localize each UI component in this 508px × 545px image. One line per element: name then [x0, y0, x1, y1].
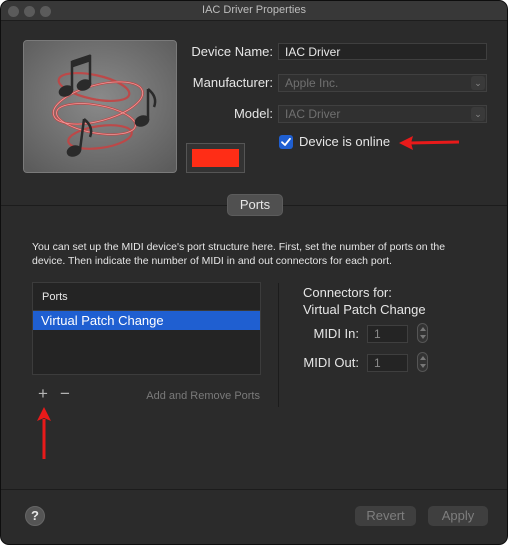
connectors-title: Connectors for: [303, 285, 392, 300]
add-remove-ports-label: Add and Remove Ports [146, 390, 260, 402]
revert-button[interactable]: Revert [355, 506, 416, 526]
device-name-field[interactable]: IAC Driver [278, 43, 487, 60]
device-online-label[interactable]: Device is online [299, 134, 390, 149]
device-color-well[interactable] [186, 143, 245, 173]
midi-out-stepper[interactable] [417, 352, 428, 372]
model-label: Model: [233, 106, 273, 121]
ports-column-header: Ports [42, 291, 68, 303]
device-name-label: Device Name: [191, 44, 273, 59]
add-port-button[interactable]: + [38, 384, 48, 404]
checkmark-icon [281, 137, 291, 146]
connectors-divider [278, 283, 279, 407]
annotation-arrow-up [37, 407, 51, 459]
midi-in-stepper[interactable] [417, 323, 428, 343]
remove-port-button[interactable]: − [60, 384, 70, 404]
music-notes-swirl-icon [24, 41, 176, 172]
help-button[interactable]: ? [25, 506, 45, 526]
footer-divider [1, 489, 507, 490]
annotation-arrow-left [399, 136, 460, 150]
midi-out-field[interactable]: 1 [367, 354, 408, 372]
device-icon[interactable] [23, 40, 177, 173]
title-bar: IAC Driver Properties [1, 1, 507, 21]
ports-description: You can set up the MIDI device's port st… [32, 241, 446, 267]
ports-table[interactable]: Ports Virtual Patch Change [32, 282, 261, 375]
iac-driver-properties-window: IAC Driver Properties Device Name: IAC D… [0, 0, 508, 545]
midi-in-field[interactable]: 1 [367, 325, 408, 343]
midi-in-label: MIDI In: [313, 326, 359, 341]
manufacturer-combobox[interactable]: Apple Inc. ⌄ [278, 74, 487, 92]
model-placeholder: IAC Driver [285, 107, 341, 121]
port-name: Virtual Patch Change [41, 313, 164, 328]
connectors-port-name: Virtual Patch Change [303, 302, 426, 317]
manufacturer-label: Manufacturer: [192, 75, 273, 90]
tab-ports[interactable]: Ports [227, 194, 283, 216]
device-color-swatch [192, 149, 239, 167]
apply-button[interactable]: Apply [428, 506, 488, 526]
ports-table-header: Ports [33, 283, 260, 311]
window-title: IAC Driver Properties [202, 4, 306, 16]
chevron-down-icon[interactable]: ⌄ [471, 76, 485, 90]
table-row[interactable]: Virtual Patch Change [33, 311, 260, 330]
midi-out-label: MIDI Out: [303, 355, 359, 370]
chevron-down-icon[interactable]: ⌄ [471, 107, 485, 121]
manufacturer-placeholder: Apple Inc. [285, 76, 339, 90]
device-online-checkbox[interactable] [279, 135, 293, 149]
model-combobox[interactable]: IAC Driver ⌄ [278, 105, 487, 123]
